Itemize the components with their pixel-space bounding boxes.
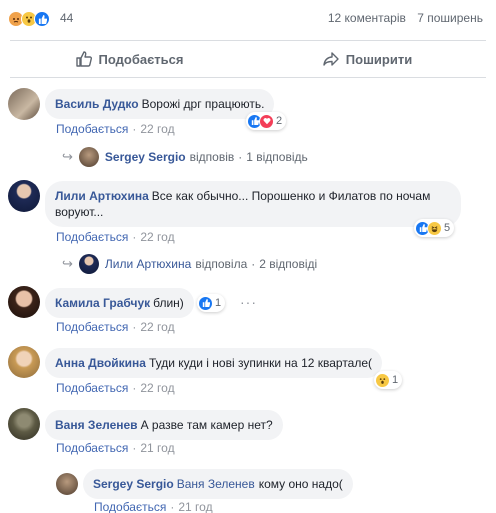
comment-author[interactable]: Sergey Sergio xyxy=(93,477,174,491)
thumbs-up-icon xyxy=(75,51,92,67)
more-options-button[interactable]: ··· xyxy=(240,294,257,310)
reaction-count: 1 xyxy=(215,297,222,309)
reply-author: Sergey Sergio xyxy=(104,150,186,164)
reaction-count: 2 xyxy=(276,115,283,127)
reply-verb: відповів xyxy=(189,150,235,164)
comment-reactions[interactable]: 1 xyxy=(374,371,403,389)
comment-text: блин) xyxy=(153,296,184,310)
like-icon xyxy=(198,295,213,311)
reply-arrow-icon: ↪ xyxy=(62,256,73,271)
haha-icon xyxy=(427,220,442,236)
avatar xyxy=(78,147,99,167)
avatar[interactable] xyxy=(8,180,40,212)
comment-text: кому оно надо( xyxy=(258,477,343,491)
share-arrow-icon xyxy=(323,52,339,66)
comment-like-link[interactable]: Подобається xyxy=(56,381,128,395)
reaction-count: 1 xyxy=(392,374,399,386)
shares-count[interactable]: 7 поширень xyxy=(417,11,483,25)
comment-author[interactable]: Камила Грабчук xyxy=(55,296,150,310)
comment-meta: Подобається · 21 год xyxy=(56,441,175,455)
comment-timestamp[interactable]: 22 год xyxy=(140,381,174,395)
wow-icon xyxy=(375,372,390,388)
comment-text: Туди куди і нові зупинки на 12 квартале( xyxy=(148,356,373,370)
comment-timestamp[interactable]: 21 год xyxy=(140,441,174,455)
avatar[interactable] xyxy=(8,346,40,378)
meta-separator: · xyxy=(251,257,256,271)
meta-separator: · xyxy=(238,150,243,164)
meta-separator: · xyxy=(132,441,137,455)
view-replies-link[interactable]: ↪ Sergey Sergio відповів · 1 відповідь xyxy=(62,147,308,167)
like-icon xyxy=(34,11,50,27)
mention-link[interactable]: Ваня Зеленев xyxy=(177,477,255,491)
view-replies-link[interactable]: ↪ Лили Артюхина відповіла · 2 відповіді xyxy=(62,254,317,274)
reaction-summary[interactable] xyxy=(8,11,50,27)
reply-count: 2 відповіді xyxy=(259,257,318,271)
comment-text: Ворожі дрг працюють. xyxy=(141,97,265,111)
comment-bubble: Лили Артюхина Все как обычно... Порошенко… xyxy=(45,181,461,227)
share-button[interactable]: Поширити xyxy=(248,41,486,77)
comment-like-link[interactable]: Подобається xyxy=(56,122,128,136)
comment-timestamp[interactable]: 21 год xyxy=(178,500,212,513)
meta-separator: · xyxy=(132,381,137,395)
like-button[interactable]: Подобається xyxy=(10,41,248,77)
avatar[interactable] xyxy=(56,473,78,495)
reply-verb: відповіла xyxy=(195,257,248,271)
comment-like-link[interactable]: Подобається xyxy=(56,320,128,334)
love-icon xyxy=(259,113,274,129)
comment-timestamp[interactable]: 22 год xyxy=(140,230,174,244)
comment-reactions[interactable]: 2 xyxy=(246,112,287,130)
avatar[interactable] xyxy=(8,286,40,318)
comment-bubble: Камила Грабчук блин) xyxy=(45,288,194,318)
comment-text: А разве там камер нет? xyxy=(140,418,273,432)
comment-bubble: Ваня Зеленев А разве там камер нет? xyxy=(45,410,283,440)
comment-meta: Подобається · 21 год xyxy=(94,500,213,513)
comment-meta: Подобається · 22 год xyxy=(56,320,175,334)
comment-like-link[interactable]: Подобається xyxy=(94,500,166,513)
meta-separator: · xyxy=(170,500,175,513)
comment-bubble: Анна Двойкина Туди куди і нові зупинки на… xyxy=(45,348,383,378)
comments-count[interactable]: 12 коментарів xyxy=(328,11,406,25)
comment-reactions[interactable]: 5 xyxy=(414,219,455,237)
reply-arrow-icon: ↪ xyxy=(62,149,73,164)
comment-meta: Подобається · 22 год xyxy=(56,122,175,136)
reaction-count: 5 xyxy=(444,222,451,234)
comment-like-link[interactable]: Подобається xyxy=(56,230,128,244)
comment-author[interactable]: Ваня Зеленев xyxy=(55,418,138,432)
comment-timestamp[interactable]: 22 год xyxy=(140,320,174,334)
comment-author[interactable]: Василь Дудко xyxy=(55,97,139,111)
meta-separator: · xyxy=(132,230,137,244)
comment-meta: Подобається · 22 год xyxy=(56,230,175,244)
comment-timestamp[interactable]: 22 год xyxy=(140,122,174,136)
comment-author[interactable]: Лили Артюхина xyxy=(55,189,149,203)
avatar[interactable] xyxy=(8,88,40,120)
comment-bubble: Sergey Sergio Ваня Зеленев кому оно надо( xyxy=(83,469,353,499)
reply-author: Лили Артюхина xyxy=(104,257,192,271)
comment-meta: Подобається · 22 год xyxy=(56,381,175,395)
post-action-bar: Подобається Поширити xyxy=(10,40,486,78)
comment-author[interactable]: Анна Двойкина xyxy=(55,356,146,370)
avatar xyxy=(78,254,99,274)
reply-count: 1 відповідь xyxy=(246,150,308,164)
comment-bubble: Василь Дудко Ворожі дрг працюють. xyxy=(45,89,275,119)
meta-separator: · xyxy=(132,122,137,136)
comment-reactions[interactable]: 1 xyxy=(197,294,226,312)
reaction-count[interactable]: 44 xyxy=(60,11,73,25)
meta-separator: · xyxy=(132,320,137,334)
avatar[interactable] xyxy=(8,408,40,440)
post-stats: 44 12 коментарів 7 поширень xyxy=(0,0,496,36)
comment-like-link[interactable]: Подобається xyxy=(56,441,128,455)
share-button-label: Поширити xyxy=(345,51,413,67)
like-button-label: Подобається xyxy=(98,51,184,67)
